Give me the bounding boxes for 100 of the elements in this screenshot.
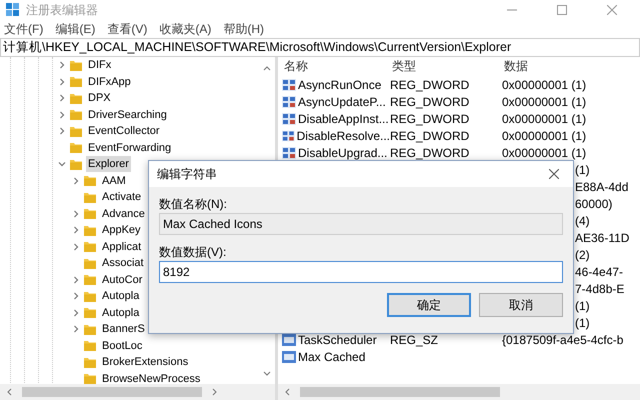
value-type: REG_DWORD — [390, 146, 470, 160]
folder-icon — [84, 307, 96, 318]
scroll-down-icon[interactable] — [263, 371, 271, 377]
value-name[interactable]: DisableUpgrad... — [298, 146, 388, 160]
tree-item[interactable]: AutoCor — [100, 272, 144, 288]
maximize-icon[interactable] — [557, 5, 567, 15]
tree-item[interactable]: Autopla — [100, 288, 142, 304]
horizontal-scrollbar[interactable] — [278, 384, 640, 400]
value-name[interactable]: AsyncUpdateP... — [298, 94, 386, 108]
chevron-right-icon[interactable] — [58, 78, 66, 86]
chevron-down-icon[interactable] — [58, 160, 66, 168]
folder-icon — [70, 142, 82, 154]
tree-item[interactable]: BrokerExtensions — [100, 354, 190, 370]
folder-icon — [84, 175, 96, 186]
value-type: REG_DWORD — [390, 128, 470, 142]
string-value-icon — [282, 350, 296, 362]
chevron-right-icon[interactable] — [72, 210, 80, 218]
folder-icon — [84, 324, 96, 335]
tree-item[interactable]: EventCollector — [86, 123, 162, 140]
binary-value-icon — [282, 112, 296, 124]
menu-item[interactable]: 文件(F) — [4, 20, 44, 38]
cancel-button[interactable]: 取消 — [479, 293, 563, 317]
value-data: 60000) — [575, 196, 612, 210]
folder-icon — [84, 290, 96, 302]
value-data-field[interactable]: 8192 — [159, 261, 563, 283]
tree-item[interactable]: BrowseNewProcess — [100, 370, 202, 384]
value-name[interactable]: Max Cached — [298, 350, 366, 364]
tree-item[interactable]: BannerS — [100, 321, 147, 338]
chevron-right-icon[interactable] — [72, 292, 80, 300]
tree-item[interactable]: Activate — [100, 189, 144, 206]
tree-item[interactable]: Autopla — [100, 304, 142, 321]
value-name[interactable]: DisableResolve... — [296, 128, 390, 142]
menu-item[interactable]: 帮助(H) — [223, 20, 264, 38]
tree-item[interactable]: BootLoc — [100, 338, 144, 354]
tree-item[interactable]: Explorer — [86, 156, 131, 172]
value-data: (1) — [575, 162, 590, 176]
scroll-up-icon[interactable] — [263, 65, 271, 71]
value-name[interactable]: AsyncRunOnce — [298, 78, 382, 92]
value-data: E88A-4dd — [575, 180, 628, 194]
chevron-right-icon[interactable] — [72, 308, 80, 317]
chevron-right-icon[interactable] — [72, 276, 80, 284]
column-header[interactable]: 名称 — [278, 58, 392, 75]
tree-item[interactable]: Applicat — [100, 238, 144, 255]
binary-value-icon — [282, 96, 296, 108]
tree-item[interactable]: EventForwarding — [86, 140, 174, 156]
value-data: (1) — [575, 316, 590, 330]
scroll-right-icon[interactable] — [212, 388, 218, 396]
chevron-right-icon[interactable] — [72, 325, 80, 334]
tree-item[interactable]: Advance — [100, 206, 147, 222]
tree-item[interactable]: AAM — [100, 172, 128, 189]
tree-item[interactable]: AppKey — [100, 222, 143, 238]
folder-icon — [84, 258, 96, 269]
chevron-right-icon[interactable] — [72, 176, 80, 185]
column-header[interactable]: 类型 — [392, 58, 504, 75]
chevron-right-icon[interactable] — [58, 94, 66, 102]
tree-item[interactable]: DIFxApp — [86, 74, 133, 90]
chevron-right-icon[interactable] — [58, 110, 66, 119]
folder-icon — [84, 224, 96, 236]
scroll-left-icon[interactable] — [284, 388, 290, 396]
value-data: {0187509f-a4e5-4cfc-b — [502, 332, 624, 346]
field-label: 数值名称(N): — [159, 196, 228, 213]
menu-item[interactable]: 查看(V) — [107, 20, 148, 38]
value-name-field[interactable]: Max Cached Icons — [159, 213, 563, 235]
value-data: 0x00000001 (1) — [502, 94, 586, 108]
address-bar[interactable]: 计算机\HKEY_LOCAL_MACHINE\SOFTWARE\Microsoft\Windows\CurrentVersion\Explorer — [0, 38, 640, 57]
folder-icon — [70, 60, 82, 71]
tree-item[interactable]: Associat — [100, 255, 146, 272]
chevron-right-icon[interactable] — [58, 127, 66, 136]
tree-item[interactable]: DIFx — [86, 57, 114, 74]
folder-icon — [70, 158, 82, 170]
value-name[interactable]: TaskScheduler — [298, 332, 377, 346]
value-type: REG_DWORD — [390, 78, 470, 92]
folder-icon — [84, 340, 96, 352]
window-title: 注册表编辑器 — [26, 2, 98, 18]
menu-item[interactable]: 收藏夹(A) — [159, 20, 212, 38]
folder-icon — [84, 208, 96, 220]
value-data: 46-4e47- — [575, 264, 624, 278]
registry-editor-icon — [6, 3, 20, 17]
value-type: REG_DWORD — [390, 94, 470, 108]
folder-icon — [84, 356, 96, 368]
horizontal-scrollbar[interactable] — [0, 384, 275, 400]
folder-icon — [70, 92, 82, 104]
ok-button[interactable]: 确定 — [387, 293, 471, 317]
chevron-right-icon[interactable] — [58, 61, 66, 70]
value-name[interactable]: DisableAppInst... — [298, 112, 389, 126]
chevron-right-icon[interactable] — [72, 242, 80, 251]
close-icon[interactable] — [549, 169, 559, 179]
chevron-right-icon[interactable] — [72, 226, 80, 234]
value-data: 0x00000001 (1) — [502, 78, 586, 92]
scroll-left-icon[interactable] — [6, 388, 12, 396]
column-header[interactable]: 数据 — [504, 58, 528, 75]
menu-item[interactable]: 编辑(E) — [55, 20, 96, 38]
folder-icon — [84, 274, 96, 286]
field-label: 数值数据(V): — [159, 244, 228, 261]
binary-value-icon — [282, 146, 296, 158]
value-type: REG_SZ — [390, 332, 440, 346]
tree-item[interactable]: DPX — [86, 90, 113, 106]
value-data: 7-4d8b-E — [575, 282, 624, 296]
tree-item[interactable]: DriverSearching — [86, 106, 169, 123]
value-data: (1) — [575, 298, 590, 312]
